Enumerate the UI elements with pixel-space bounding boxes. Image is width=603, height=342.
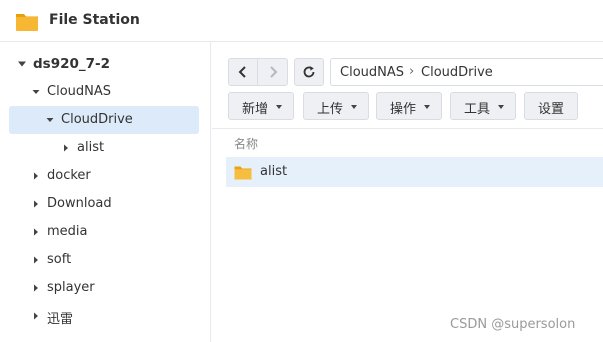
tree-item-label: CloudNAS (47, 84, 112, 99)
tree-item-label: ds920_7-2 (33, 56, 111, 72)
refresh-button[interactable] (294, 58, 324, 86)
back-button[interactable] (228, 58, 258, 86)
title-bar: File Station (0, 0, 603, 42)
collapsed-arrow-icon[interactable] (31, 199, 41, 209)
tree-item-label: media (47, 224, 88, 239)
collapsed-arrow-icon[interactable] (31, 283, 41, 293)
collapsed-arrow-icon[interactable] (31, 311, 41, 321)
tree-item-label: Download (47, 196, 112, 211)
tree-item-label: splayer (47, 280, 95, 295)
tree-item-label: 迅雷 (47, 312, 74, 327)
expanded-arrow-icon[interactable] (31, 87, 41, 97)
window-title: File Station (49, 12, 140, 28)
tree-item-label: soft (47, 252, 72, 267)
folder-icon (234, 166, 252, 180)
tree-item-label: alist (77, 140, 105, 155)
upload-button[interactable]: 上传 (303, 92, 369, 120)
caret-down-icon (498, 105, 504, 109)
chevron-left-icon (238, 66, 246, 78)
breadcrumb-separator: › (409, 64, 415, 79)
breadcrumb-clouddrive[interactable]: CloudDrive (421, 65, 493, 80)
collapsed-arrow-icon[interactable] (31, 255, 41, 265)
tree-item-media[interactable]: media (0, 218, 211, 246)
tree-item-soft[interactable]: soft (0, 246, 211, 274)
watermark: CSDN @supersolon (450, 317, 576, 332)
caret-down-icon (276, 105, 282, 109)
toolbar-divider (212, 128, 603, 129)
refresh-icon (303, 66, 315, 78)
tree-item-cloudnas[interactable]: CloudNAS (0, 78, 211, 106)
expanded-arrow-icon[interactable] (45, 115, 55, 125)
button-label: 操作 (390, 102, 417, 117)
tree-item-docker[interactable]: docker (0, 162, 211, 190)
tools-button[interactable]: 工具 (450, 92, 516, 120)
forward-button[interactable] (257, 58, 288, 86)
path-bar[interactable]: CloudNAS › CloudDrive (330, 58, 603, 86)
settings-button[interactable]: 设置 (524, 92, 578, 120)
caret-down-icon (351, 105, 357, 109)
action-button[interactable]: 操作 (376, 92, 442, 120)
tree-item-label: docker (47, 168, 91, 183)
file-row[interactable]: alist (226, 157, 603, 187)
expanded-arrow-icon[interactable] (17, 59, 27, 69)
collapsed-arrow-icon[interactable] (31, 227, 41, 237)
chevron-right-icon (269, 66, 277, 78)
main-panel: CloudNAS › CloudDrive 新增 上传 操作 工具 设置 (212, 42, 603, 342)
tree-item-xunlei[interactable]: 迅雷 (0, 302, 211, 330)
tree-item-label: CloudDrive (61, 112, 133, 127)
add-button[interactable]: 新增 (228, 92, 294, 120)
column-header-name[interactable]: 名称 (234, 135, 258, 152)
button-label: 设置 (538, 102, 565, 117)
file-name: alist (260, 164, 288, 179)
breadcrumb-cloudnas[interactable]: CloudNAS (340, 65, 404, 80)
tree-item-ds920[interactable]: ds920_7-2 (0, 50, 211, 78)
sidebar-tree: ds920_7-2 CloudNAS CloudDrive alist dock… (0, 42, 211, 342)
button-label: 新增 (242, 102, 269, 117)
tree-item-download[interactable]: Download (0, 190, 211, 218)
tree-item-alist[interactable]: alist (0, 134, 211, 162)
folder-app-icon (16, 14, 38, 31)
button-label: 上传 (317, 102, 344, 117)
collapsed-arrow-icon[interactable] (31, 171, 41, 181)
tree-item-splayer[interactable]: splayer (0, 274, 211, 302)
collapsed-arrow-icon[interactable] (61, 143, 71, 153)
caret-down-icon (424, 105, 430, 109)
tree-item-clouddrive[interactable]: CloudDrive (0, 106, 211, 134)
button-label: 工具 (464, 102, 491, 117)
